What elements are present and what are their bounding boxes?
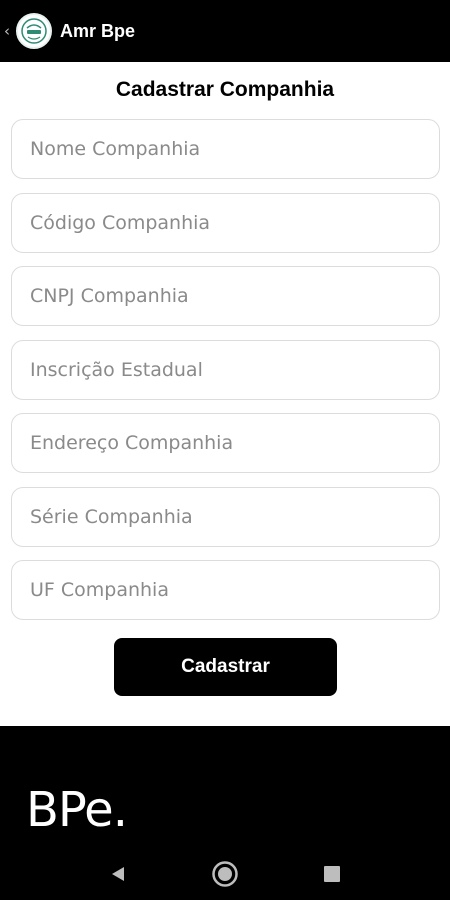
company-series-input[interactable]	[30, 506, 439, 528]
back-triangle-icon[interactable]	[98, 854, 138, 894]
state-registration-field[interactable]	[11, 340, 440, 400]
company-uf-input[interactable]	[30, 579, 439, 601]
company-uf-field[interactable]	[11, 560, 440, 620]
page-title: Cadastrar Companhia	[115, 78, 335, 101]
form-container: Cadastrar Companhia Cadastrar	[0, 62, 450, 726]
state-registration-input[interactable]	[30, 359, 439, 381]
app-title: Amr Bpe	[60, 20, 136, 41]
company-series-field[interactable]	[11, 487, 440, 547]
home-circle-icon[interactable]	[205, 854, 245, 894]
company-name-field[interactable]	[11, 119, 440, 179]
company-cnpj-field[interactable]	[11, 266, 440, 326]
company-code-field[interactable]	[11, 193, 440, 253]
register-button[interactable]: Cadastrar	[114, 638, 337, 696]
company-cnpj-input[interactable]	[30, 285, 439, 307]
recents-square-icon[interactable]	[312, 854, 352, 894]
company-code-input[interactable]	[30, 212, 439, 234]
company-address-input[interactable]	[30, 432, 439, 454]
brand-logo-icon	[16, 13, 52, 49]
footer-banner: BPe.	[0, 726, 450, 900]
company-address-field[interactable]	[11, 413, 440, 473]
app-bar: ‹ Amr Bpe	[0, 0, 450, 62]
back-chevron-icon[interactable]: ‹	[4, 22, 14, 40]
system-nav-bar	[0, 854, 450, 894]
company-name-input[interactable]	[30, 138, 439, 160]
brand-wordmark: BPe.	[26, 782, 128, 838]
